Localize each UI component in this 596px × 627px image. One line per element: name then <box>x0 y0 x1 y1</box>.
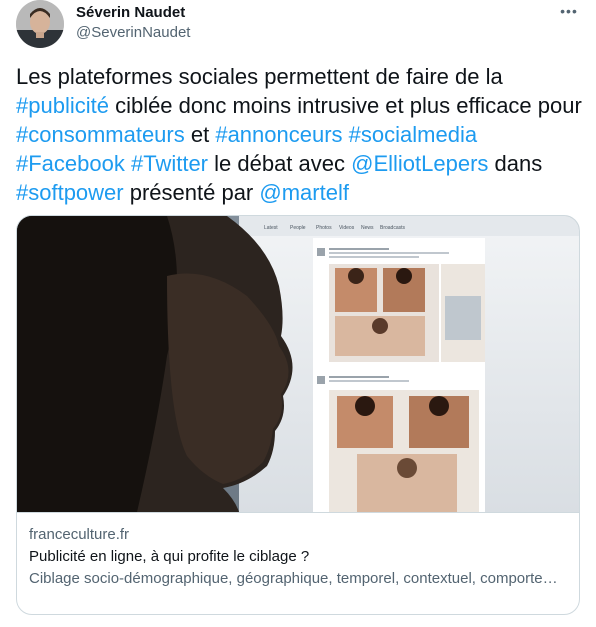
author-name[interactable]: Séverin Naudet <box>76 3 185 23</box>
mention-link[interactable]: @martelf <box>259 180 349 205</box>
image-tab: Photos <box>316 225 332 231</box>
card-image: Latest People Photos Videos News Broadca… <box>17 216 579 512</box>
mention-link[interactable]: @ElliotLepers <box>351 151 488 176</box>
avatar-photo <box>16 0 64 48</box>
more-dots-icon[interactable]: ••• <box>556 2 582 24</box>
image-tab: News <box>361 225 374 231</box>
hashtag-link[interactable]: #publicité <box>16 93 109 118</box>
tweet-text-segment: ciblée donc moins intrusive et plus effi… <box>108 93 582 118</box>
image-tab: People <box>290 225 306 231</box>
hashtag-link[interactable]: #Twitter <box>131 151 208 176</box>
card-info: franceculture.fr Publicité en ligne, à q… <box>17 512 579 614</box>
hashtag-link[interactable]: #softpower <box>16 180 124 205</box>
image-tab: Videos <box>339 225 355 231</box>
link-card[interactable]: Latest People Photos Videos News Broadca… <box>16 215 580 615</box>
image-tab: Broadcasts <box>380 225 406 231</box>
image-tab: Latest <box>264 225 278 231</box>
tweet-text-segment: présenté par <box>123 180 260 205</box>
tweet-header: Séverin Naudet @SeverinNaudet ••• <box>16 0 582 56</box>
hashtag-link[interactable]: #annonceurs <box>215 122 342 147</box>
tweet-text-segment: et <box>184 122 216 147</box>
card-description: Ciblage socio-démographique, géographiqu… <box>29 570 569 587</box>
tweet-text-segment: Les plateformes sociales permettent de f… <box>16 64 503 89</box>
hashtag-link[interactable]: #consommateurs <box>16 122 185 147</box>
tweet-text: Les plateformes sociales permettent de f… <box>16 62 582 207</box>
card-domain: franceculture.fr <box>29 526 130 543</box>
avatar[interactable] <box>16 0 64 48</box>
author-handle[interactable]: @SeverinNaudet <box>76 23 190 43</box>
hashtag-link[interactable]: #Facebook <box>16 151 125 176</box>
card-title[interactable]: Publicité en ligne, à qui profite le cib… <box>29 547 569 567</box>
tweet-text-segment: le débat avec <box>208 151 352 176</box>
tweet-text-segment: dans <box>488 151 543 176</box>
hashtag-link[interactable]: #socialmedia <box>349 122 477 147</box>
